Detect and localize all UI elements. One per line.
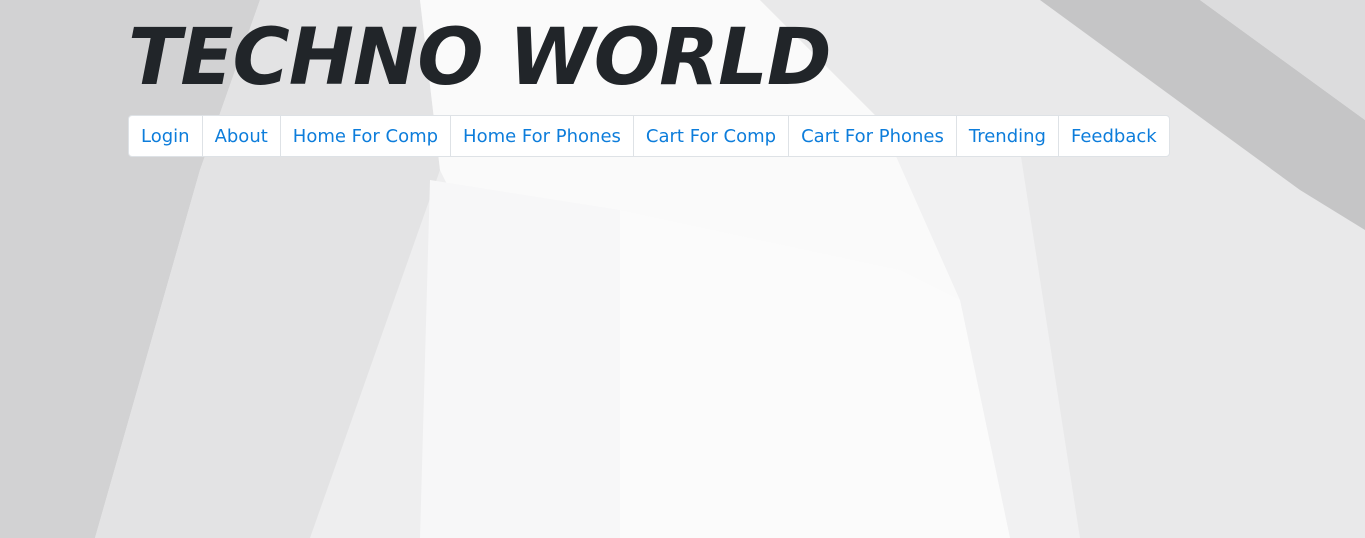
nav-link-login[interactable]: Login [129, 116, 202, 156]
nav-link-cart-for-comp[interactable]: Cart For Comp [632, 116, 788, 156]
nav-link-feedback[interactable]: Feedback [1057, 116, 1169, 156]
site-title: TECHNO WORLD [128, 13, 832, 103]
nav-link-home-for-phones[interactable]: Home For Phones [450, 116, 633, 156]
nav-link-about[interactable]: About [201, 116, 280, 156]
nav-link-home-for-comp[interactable]: Home For Comp [279, 116, 450, 156]
main-nav: Login About Home For Comp Home For Phone… [128, 115, 1170, 157]
nav-link-cart-for-phones[interactable]: Cart For Phones [788, 116, 956, 156]
nav-link-trending[interactable]: Trending [955, 116, 1058, 156]
